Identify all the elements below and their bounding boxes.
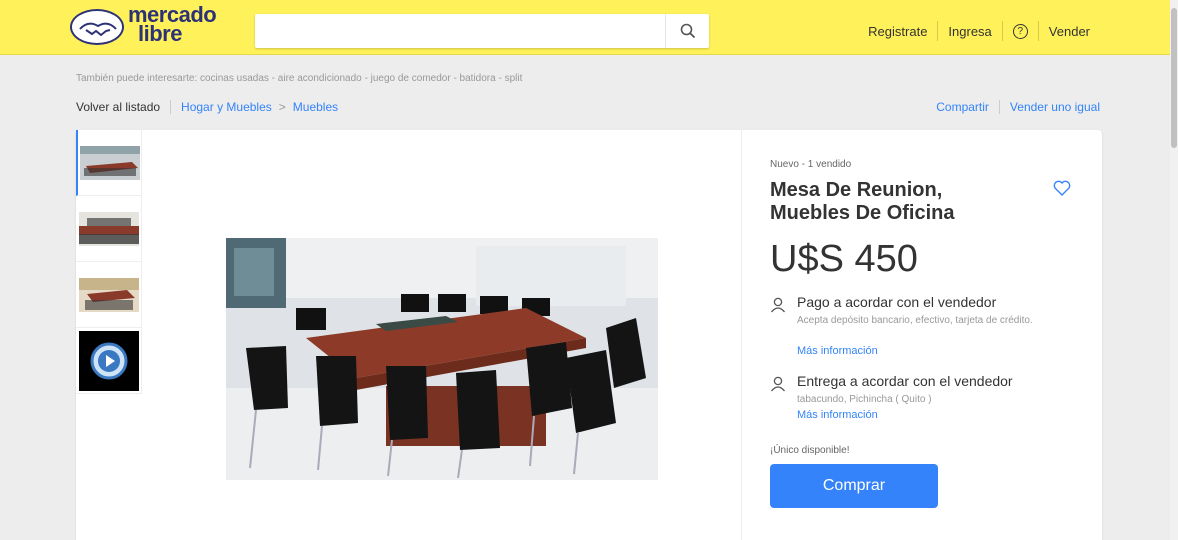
related-searches[interactable]: También puede interesarte: cocinas usada…	[76, 73, 522, 84]
login-link[interactable]: Ingresa	[938, 24, 1001, 39]
product-main-image[interactable]	[226, 238, 658, 480]
heart-icon[interactable]	[1053, 180, 1071, 201]
card-divider	[741, 130, 742, 540]
search-input[interactable]	[255, 14, 665, 48]
user-icon	[770, 376, 786, 397]
search-icon	[680, 23, 695, 39]
play-video-icon	[78, 330, 139, 391]
breadcrumb-divider	[170, 100, 172, 114]
condition-sold: Nuevo - 1 vendido	[770, 159, 852, 170]
register-link[interactable]: Registrate	[858, 24, 937, 39]
mercadolibre-logo[interactable]: mercado libre	[70, 2, 220, 47]
thumbnail-2[interactable]	[76, 196, 142, 262]
thumbnail-1[interactable]	[76, 130, 142, 196]
breadcrumb: Volver al listado Hogar y Muebles > Mueb…	[76, 100, 338, 114]
thumbnail-image	[79, 145, 140, 180]
search-bar	[255, 14, 709, 48]
buy-button[interactable]: Comprar	[770, 464, 938, 508]
scrollbar-thumb[interactable]	[1171, 8, 1177, 148]
listing-actions: Compartir Vender uno igual	[936, 100, 1100, 114]
scrollbar[interactable]	[1170, 0, 1178, 540]
thumbnail-3[interactable]	[76, 262, 142, 328]
delivery-more-info-link[interactable]: Más información	[797, 409, 878, 421]
actions-divider	[998, 100, 1000, 114]
thumbnail-image	[78, 211, 139, 246]
chevron-right-icon: >	[278, 100, 286, 114]
sell-same-link[interactable]: Vender uno igual	[1010, 100, 1100, 114]
stock-notice: ¡Único disponible!	[770, 445, 850, 456]
sell-link[interactable]: Vender	[1039, 24, 1100, 39]
thumbnail-gallery	[76, 130, 142, 394]
thumbnail-video[interactable]	[76, 328, 142, 394]
payment-more-info-link[interactable]: Más información	[797, 345, 878, 357]
header: mercado libre Registrate Ingresa ? Vende…	[0, 0, 1170, 55]
payment-detail: Acepta depósito bancario, efectivo, tarj…	[797, 315, 1033, 326]
search-button[interactable]	[665, 14, 709, 48]
delivery-location: tabacundo, Pichincha ( Quito )	[797, 394, 932, 405]
delivery-title: Entrega a acordar con el vendedor	[797, 373, 1013, 389]
breadcrumb-subcategory[interactable]: Muebles	[293, 100, 338, 114]
payment-title: Pago a acordar con el vendedor	[797, 294, 997, 310]
price: U$S 450	[770, 238, 918, 280]
thumbnail-image	[78, 277, 139, 312]
logo-wordmark: mercado libre	[128, 2, 217, 46]
nav-divider	[1001, 21, 1003, 41]
user-icon	[770, 297, 786, 318]
product-title: Mesa De Reunion, Muebles De Oficina	[770, 179, 955, 224]
help-icon[interactable]: ?	[1012, 23, 1028, 39]
product-card: Nuevo - 1 vendido Mesa De Reunion, Muebl…	[76, 130, 1102, 540]
conference-room-photo	[226, 238, 658, 480]
breadcrumb-category[interactable]: Hogar y Muebles	[181, 100, 272, 114]
share-link[interactable]: Compartir	[936, 100, 989, 114]
header-nav: Registrate Ingresa ? Vender	[858, 19, 1100, 43]
back-to-list-link[interactable]: Volver al listado	[76, 100, 160, 114]
handshake-icon	[70, 9, 124, 45]
